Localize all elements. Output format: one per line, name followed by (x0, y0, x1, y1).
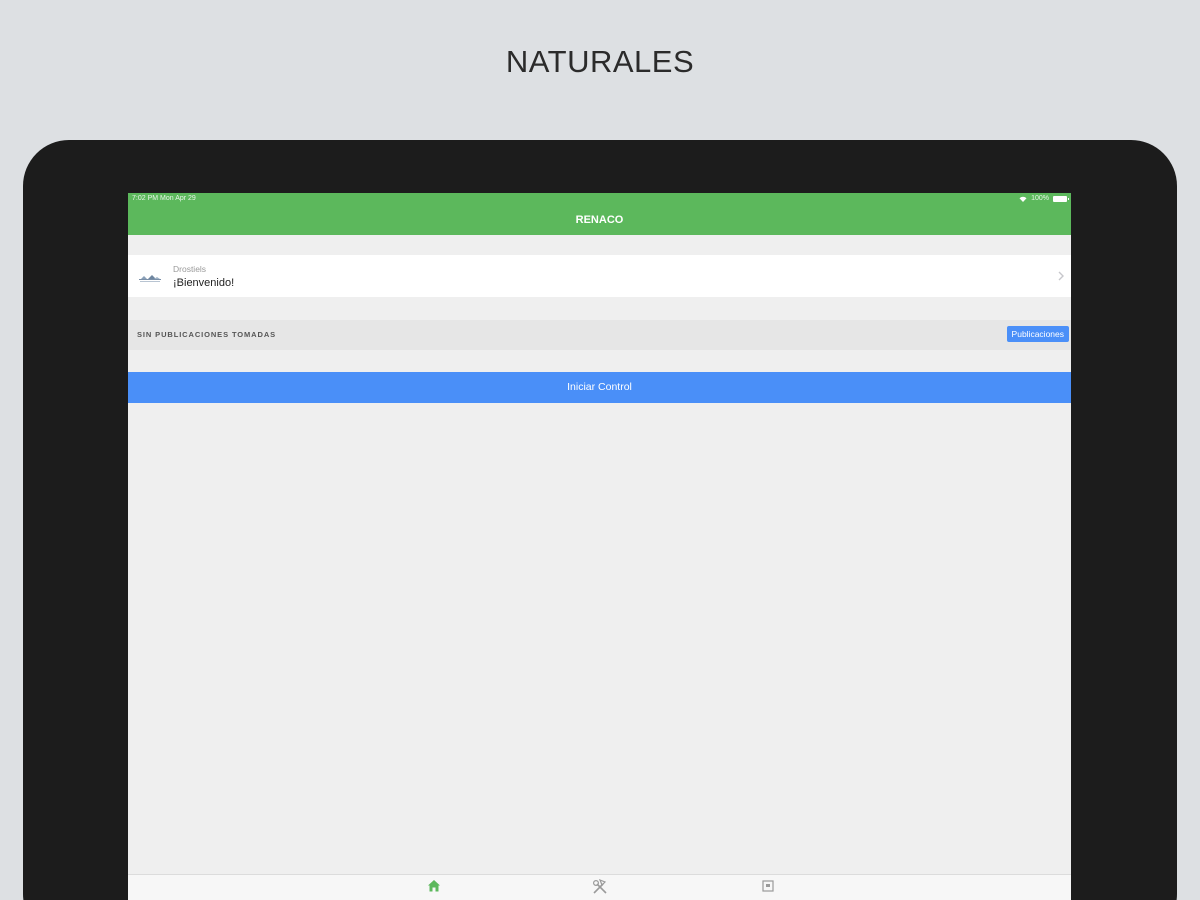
nav-bar: RENACO (128, 205, 1071, 235)
nav-title: RENACO (575, 214, 624, 226)
wifi-icon (1019, 196, 1027, 202)
user-subtitle: Drostiels (173, 264, 207, 274)
tools-icon (591, 879, 609, 895)
status-time-date: 7:02 PM Mon Apr 29 (132, 195, 196, 202)
document-icon (761, 879, 775, 893)
user-title: ¡Bienvenido! (173, 277, 235, 289)
status-bar: 7:02 PM Mon Apr 29 100% (128, 193, 1071, 205)
publications-status-label: SIN PUBLICACIONES TOMADAS (137, 330, 277, 339)
start-control-button[interactable]: Iniciar Control (128, 372, 1071, 403)
headline: NATURALES (505, 44, 695, 79)
app-screen: 7:02 PM Mon Apr 29 100% RENACO Drostiels… (128, 193, 1071, 900)
battery-percent: 100% (1031, 195, 1049, 202)
battery-icon (1053, 196, 1069, 202)
publications-button[interactable]: Publicaciones (1006, 326, 1069, 342)
user-row[interactable]: Drostiels ¡Bienvenido! (128, 255, 1071, 297)
tab-tools[interactable] (590, 879, 610, 897)
status-right: 100% (1019, 193, 1069, 205)
home-icon (427, 879, 441, 892)
tab-home[interactable] (424, 879, 444, 897)
tab-bar (128, 874, 1071, 900)
tab-documents[interactable] (758, 879, 778, 897)
chevron-right-icon (1057, 269, 1065, 281)
publications-section-header: SIN PUBLICACIONES TOMADAS Publicaciones (128, 320, 1071, 350)
stage: NATURALES 7:02 PM Mon Apr 29 100% RENACO (0, 0, 1200, 900)
brand-logo-icon (139, 271, 161, 282)
